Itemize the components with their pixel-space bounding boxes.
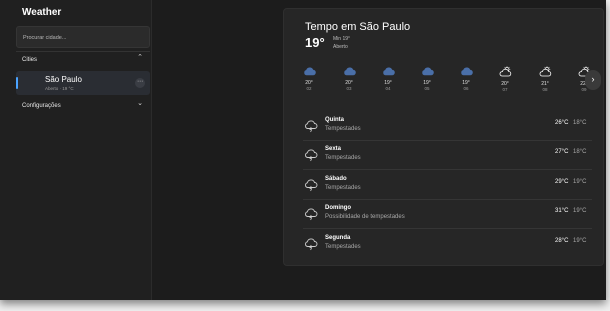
weather-panel: Tempo em São Paulo 19° Min 19° Aberto 20… [283,8,604,266]
hourly-hour: 03 [346,86,352,91]
day-low: 19°C [573,208,587,215]
hourly-item: 19° 04 [378,66,398,92]
day-condition: Tempestades [325,126,361,132]
hourly-item: 20° 02 [299,66,319,92]
hourly-hour: 08 [542,87,548,92]
city-subtitle: Aberto · 19 °C [45,86,74,91]
day-condition: Tempestades [325,184,361,191]
sidebar: Weather Procurar cidade... Cities ⌃ São … [0,0,152,300]
daily-row[interactable]: Domingo Possibilidade de tempestades 31°C 1… [303,200,592,230]
day-condition: Possibilidade de tempestades [325,214,405,221]
daily-row[interactable]: Sábado Tempestades 29°C 19°C [303,171,592,200]
hourly-hour: 05 [424,86,430,91]
cloud-icon [378,66,398,76]
day-name: Quinta [325,117,344,123]
sidebar-divider [16,51,150,52]
min-temperature: Min 19° [333,36,351,42]
partly-cloudy-icon [495,66,515,77]
cloud-icon [456,66,476,76]
chevron-right-icon[interactable]: › [585,70,601,90]
daily-row[interactable]: Segunda Tempestades 28°C 19°C [303,230,592,259]
daily-row[interactable]: Quinta Tempestades 26°C 18°C [303,112,592,141]
day-high: 26°C [555,120,569,126]
more-options-icon[interactable]: ⋯ [135,78,145,88]
day-name: Sábado [325,175,347,182]
hourly-item: 19° 06 [456,66,476,92]
partly-cloudy-icon [535,66,555,77]
hourly-item: 21° 08 [535,66,555,93]
day-high: 31°C [555,208,569,215]
cities-section-label: Cities [22,57,38,63]
hourly-item: 19° 05 [417,66,437,92]
cloud-icon [417,66,437,76]
cloud-icon [339,66,359,76]
search-input[interactable]: Procurar cidade... [16,26,150,48]
hourly-hour: 02 [306,86,312,91]
day-high: 28°C [555,237,569,244]
hourly-hour: 04 [385,86,391,91]
day-low: 19°C [573,237,587,244]
daily-row[interactable]: Sexta Tempestades 27°C 18°C [303,141,592,171]
page-title: Tempo em São Paulo [305,21,411,33]
day-name: Segunda [325,234,351,241]
day-low: 18°C [573,120,587,126]
hourly-hour: 07 [502,87,508,92]
app-title: Weather [22,7,62,18]
day-name: Sexta [325,146,342,153]
current-condition: Aberto [333,44,348,50]
day-condition: Tempestades [325,155,361,162]
settings-section-label: Configurações [22,103,61,109]
day-high: 29°C [555,178,569,185]
city-item-sao-paulo[interactable]: São Paulo Aberto · 19 °C ⋯ [16,71,150,95]
city-name: São Paulo [45,75,82,84]
chevron-up-icon: ⌃ [137,54,143,61]
selection-indicator [16,77,18,89]
hourly-item: 20° 03 [339,66,359,92]
day-name: Domingo [325,205,351,212]
settings-section-header[interactable]: Configurações ⌄ [16,99,150,113]
cities-section-header[interactable]: Cities ⌃ [16,53,150,67]
hourly-hour: 06 [463,86,469,91]
cloud-icon [299,66,319,76]
day-low: 18°C [573,149,587,156]
day-low: 19°C [573,178,587,185]
day-condition: Tempestades [325,243,361,250]
chevron-down-icon: ⌄ [137,100,143,107]
hourly-item: 20° 07 [495,66,515,93]
day-high: 27°C [555,149,569,156]
current-temperature: 19° [305,35,325,50]
app-window: Weather Procurar cidade... Cities ⌃ São … [0,0,606,300]
